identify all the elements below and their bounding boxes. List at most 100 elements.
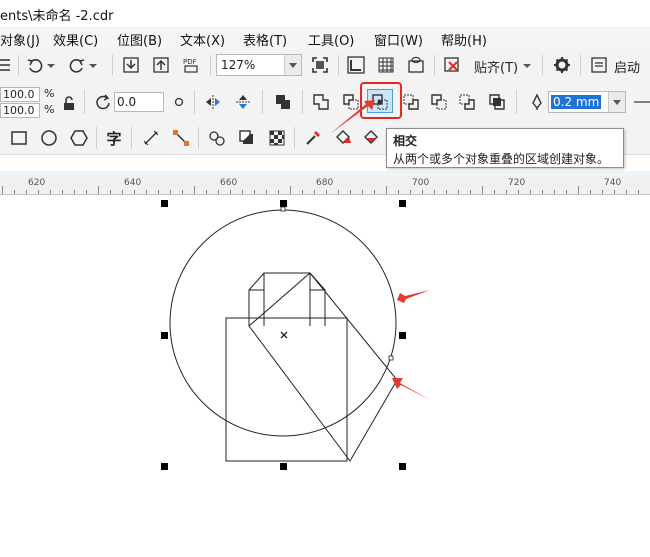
ruler-tick (98, 186, 99, 194)
center-mark-icon (280, 331, 288, 339)
standard-toolbar: PDF 127% 贴齐(T) 启动 (0, 49, 650, 83)
drawing-canvas[interactable] (0, 195, 650, 557)
ruler-tick (206, 190, 207, 194)
node-marker[interactable] (388, 355, 394, 361)
title-bar: ents\未命名 -2.cdr (0, 0, 650, 27)
export-icon[interactable] (150, 54, 172, 76)
undo-icon[interactable] (24, 54, 46, 76)
ruler-tick (338, 190, 339, 194)
skewed-panel-shape[interactable] (248, 272, 398, 462)
ruler-tick (458, 190, 459, 194)
gear-icon[interactable] (551, 54, 573, 76)
rotation-input[interactable]: 0.0 (114, 92, 164, 112)
blend-tool-icon[interactable] (206, 127, 228, 149)
rectangle-tool-icon[interactable] (8, 127, 30, 149)
menu-help[interactable]: 帮助(H) (441, 30, 487, 49)
scale-x-input[interactable]: 100.0 (0, 87, 40, 102)
ruler-tick (410, 190, 411, 194)
pdf-label: PDF (183, 58, 197, 66)
launch-label[interactable]: 启动 (614, 57, 640, 76)
ruler-tick (626, 190, 627, 194)
ruler-tick (122, 190, 123, 194)
circle-shape[interactable] (169, 209, 397, 437)
ruler-tick (326, 190, 327, 194)
ruler-tick (290, 186, 291, 194)
weld-icon[interactable] (310, 91, 332, 113)
ruler-tick (86, 190, 87, 194)
outline-style-icon[interactable] (630, 91, 650, 113)
rotate-icon[interactable] (92, 91, 114, 113)
ruler-tick (266, 190, 267, 194)
bag-body-rectangle[interactable] (225, 317, 348, 462)
ruler-label: 640 (124, 178, 142, 188)
node-marker[interactable] (280, 206, 286, 212)
dimension-tool-icon[interactable] (140, 127, 162, 149)
outline-width-select[interactable]: 0.2 mm (548, 91, 626, 113)
ruler-tick (638, 190, 639, 194)
ruler-tick (194, 186, 195, 194)
ellipse-tool-icon[interactable] (38, 127, 60, 149)
transparency-tool-icon[interactable] (266, 127, 288, 149)
ruler-tick (578, 186, 579, 194)
back-minus-front-icon[interactable] (456, 91, 478, 113)
full-screen-icon[interactable] (309, 54, 331, 76)
smart-fill-tool-icon[interactable] (360, 127, 382, 149)
red-arrow-icon (392, 378, 430, 400)
mirror-vertical-icon[interactable] (232, 91, 254, 113)
menu-window[interactable]: 窗口(W) (374, 30, 423, 49)
ruler-tick (506, 190, 507, 194)
menu-object[interactable]: 对象(J) (0, 30, 40, 49)
connector-tool-icon[interactable] (170, 127, 192, 149)
menu-effects[interactable]: 效果(C) (53, 30, 98, 49)
menu-text[interactable]: 文本(X) (180, 30, 225, 49)
show-grid-icon[interactable] (375, 54, 397, 76)
ruler-tick (470, 190, 471, 194)
ruler-tick (422, 190, 423, 194)
chevron-down-icon[interactable] (608, 92, 625, 112)
launch-icon[interactable] (588, 54, 610, 76)
zoom-level-select[interactable]: 127% (216, 54, 302, 76)
ruler-tick (542, 190, 543, 194)
snap-dropdown-icon[interactable] (520, 54, 534, 76)
menu-bitmaps[interactable]: 位图(B) (117, 30, 162, 49)
drawing-objects[interactable] (0, 195, 650, 557)
text-tool-icon[interactable]: 字 (103, 127, 125, 149)
menu-list-icon[interactable] (0, 54, 14, 76)
tooltip-title: 相交 (393, 134, 418, 148)
front-minus-back-icon[interactable] (428, 91, 450, 113)
undo-dropdown-icon[interactable] (46, 54, 56, 76)
publish-pdf-icon[interactable]: PDF (180, 54, 202, 76)
mirror-horizontal-icon[interactable] (202, 91, 224, 113)
redo-icon[interactable] (66, 54, 88, 76)
scale-y-input[interactable]: 100.0 (0, 103, 40, 118)
eyedropper-tool-icon[interactable] (302, 127, 324, 149)
trim-icon[interactable] (340, 91, 362, 113)
redo-dropdown-icon[interactable] (88, 54, 98, 76)
polygon-tool-icon[interactable] (68, 127, 90, 149)
snap-to-label[interactable]: 贴齐(T) (474, 57, 518, 76)
combine-icon[interactable] (272, 91, 294, 113)
ruler-label: 620 (28, 178, 46, 188)
interactive-fill-tool-icon[interactable] (332, 127, 354, 149)
simplify-icon[interactable] (400, 91, 422, 113)
window-title: ents\未命名 -2.cdr (0, 9, 114, 24)
menu-table[interactable]: 表格(T) (243, 30, 287, 49)
chevron-down-icon[interactable] (284, 55, 301, 75)
create-boundary-icon[interactable] (486, 91, 508, 113)
ruler-tick (230, 190, 231, 194)
import-icon[interactable] (120, 54, 142, 76)
show-rulers-icon[interactable] (345, 54, 367, 76)
horizontal-ruler[interactable]: 620 640 660 680 700 720 740 (0, 176, 650, 195)
snap-off-icon[interactable] (441, 54, 463, 76)
show-guidelines-icon[interactable] (405, 54, 427, 76)
outline-width-value: 0.2 mm (551, 95, 602, 109)
ruler-tick (446, 190, 447, 194)
drop-shadow-tool-icon[interactable] (236, 127, 258, 149)
lock-ratio-icon[interactable] (58, 92, 80, 114)
outline-pen-icon[interactable] (526, 91, 548, 113)
ruler-tick (110, 190, 111, 194)
ruler-tick (614, 190, 615, 194)
ruler-label: 700 (412, 178, 430, 188)
menu-tools[interactable]: 工具(O) (308, 30, 354, 49)
rotation-center-icon[interactable] (168, 91, 190, 113)
